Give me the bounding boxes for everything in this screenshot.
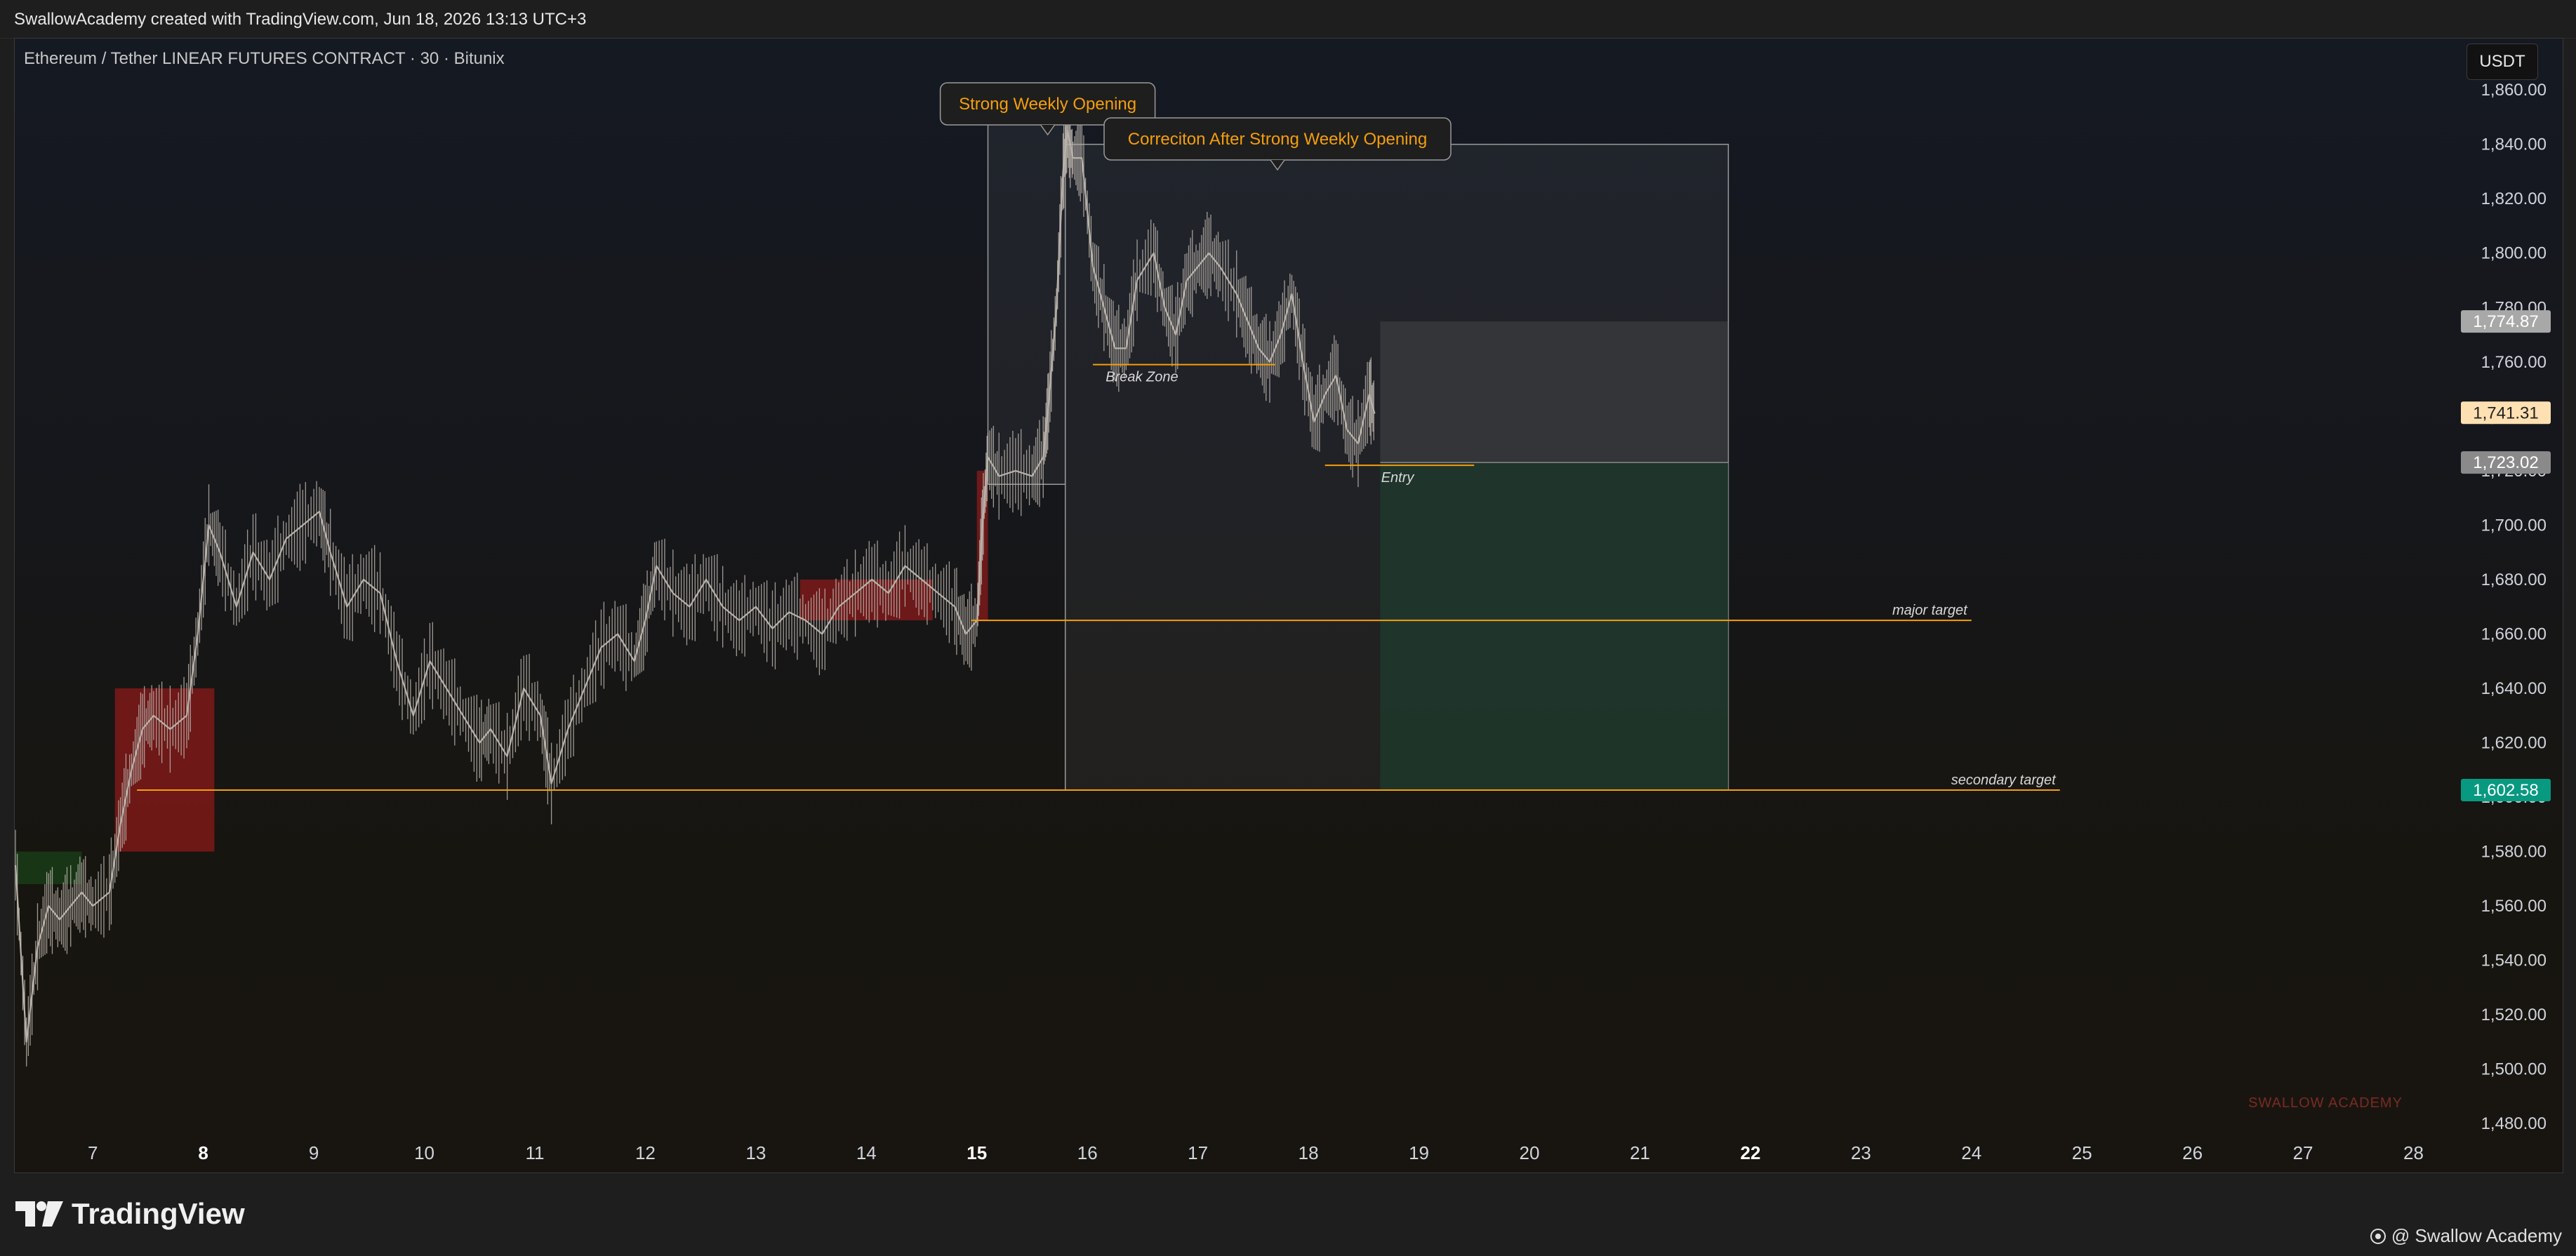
price-label: 1,774.87 — [2473, 312, 2538, 331]
y-tick-label: 1,680.00 — [2481, 570, 2547, 589]
level-label: secondary target — [1951, 773, 2057, 788]
x-tick-label: 24 — [1961, 1142, 1981, 1163]
price-label: 1,741.31 — [2473, 403, 2538, 422]
y-tick-label: 1,660.00 — [2481, 624, 2547, 643]
y-tick-label: 1,540.00 — [2481, 951, 2547, 970]
y-tick-label: 1,560.00 — [2481, 897, 2547, 916]
y-tick-label: 1,700.00 — [2481, 516, 2547, 535]
symbol-title: Ethereum / Tether LINEAR FUTURES CONTRAC… — [24, 49, 505, 68]
author-credit[interactable]: @ Swallow Academy — [2370, 1225, 2562, 1247]
x-tick-label: 25 — [2072, 1142, 2092, 1163]
x-tick-label: 14 — [856, 1142, 877, 1163]
x-tick-label: 18 — [1299, 1142, 1319, 1163]
x-tick-label: 19 — [1409, 1142, 1429, 1163]
footer — [0, 1173, 2576, 1256]
y-tick-label: 1,840.00 — [2481, 135, 2547, 154]
x-tick-label: 23 — [1851, 1142, 1871, 1163]
x-tick-label: 12 — [635, 1142, 656, 1163]
y-tick-label: 1,860.00 — [2481, 81, 2547, 100]
price-chart[interactable]: major target secondary target Break Zone En… — [0, 0, 2576, 1256]
y-tick-label: 1,580.00 — [2481, 843, 2547, 862]
level-label: Break Zone — [1106, 370, 1178, 385]
tradingview-logo-icon — [15, 1201, 63, 1227]
take-profit-zone[interactable] — [1380, 462, 1729, 791]
x-tick-label: 22 — [1740, 1142, 1760, 1163]
x-tick-label: 10 — [414, 1142, 434, 1163]
x-tick-label: 15 — [967, 1142, 987, 1163]
callout-label: Strong Weekly Opening — [959, 95, 1136, 114]
x-tick-label: 13 — [745, 1142, 766, 1163]
author-name: @ Swallow Academy — [2391, 1225, 2562, 1246]
y-tick-label: 1,520.00 — [2481, 1006, 2547, 1024]
tradingview-logo[interactable]: TradingView — [15, 1197, 245, 1231]
y-tick-label: 1,500.00 — [2481, 1060, 2547, 1079]
stop-loss-zone[interactable] — [1380, 321, 1729, 463]
x-tick-label: 21 — [1630, 1142, 1650, 1163]
author-avatar-icon — [2370, 1228, 2386, 1244]
x-tick-label: 16 — [1077, 1142, 1098, 1163]
y-tick-label: 1,480.00 — [2481, 1114, 2547, 1133]
x-tick-label: 27 — [2293, 1142, 2313, 1163]
callout-label: Correciton After Strong Weekly Opening — [1128, 130, 1427, 149]
x-tick-label: 28 — [2403, 1142, 2424, 1163]
tradingview-logo-text: TradingView — [72, 1197, 245, 1230]
y-tick-label: 1,640.00 — [2481, 679, 2547, 698]
y-tick-label: 1,800.00 — [2481, 244, 2547, 263]
y-tick-label: 1,760.00 — [2481, 353, 2547, 372]
x-tick-label: 17 — [1188, 1142, 1208, 1163]
watermark: SWALLOW ACADEMY — [2248, 1095, 2403, 1111]
price-label: 1,602.58 — [2473, 781, 2538, 800]
level-label: major target — [1892, 603, 1968, 618]
x-tick-label: 26 — [2182, 1142, 2203, 1163]
x-tick-label: 11 — [525, 1142, 544, 1163]
y-tick-label: 1,620.00 — [2481, 734, 2547, 753]
price-label: 1,723.02 — [2473, 453, 2538, 472]
currency-button[interactable]: USDT — [2467, 44, 2538, 80]
annotation-box-0[interactable] — [987, 116, 1066, 485]
x-tick-label: 8 — [198, 1142, 208, 1163]
x-tick-label: 20 — [1520, 1142, 1540, 1163]
level-label: Entry — [1381, 470, 1415, 486]
x-tick-label: 7 — [88, 1142, 98, 1163]
y-tick-label: 1,820.00 — [2481, 189, 2547, 208]
x-tick-label: 9 — [309, 1142, 319, 1163]
